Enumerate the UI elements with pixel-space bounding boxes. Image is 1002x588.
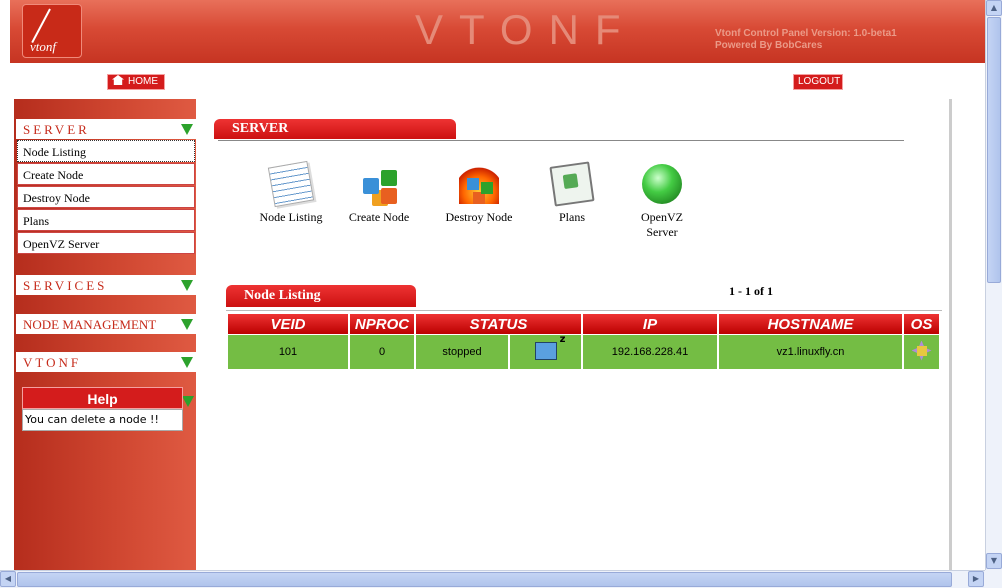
horizontal-scroll-thumb[interactable] xyxy=(17,572,952,587)
server-menu: Node Listing Create Node Destroy Node Pl… xyxy=(16,140,196,255)
brand-title: VTONF xyxy=(415,6,637,53)
logo-text: vtonf xyxy=(30,39,56,54)
cell-os xyxy=(904,335,939,369)
main-content: SERVER Node Listing Create Node Destroy … xyxy=(196,99,952,570)
divider xyxy=(218,140,904,141)
action-label: Server xyxy=(646,225,678,239)
expand-arrow-icon[interactable] xyxy=(182,396,194,407)
collapse-arrow-icon[interactable] xyxy=(181,124,193,135)
horizontal-scrollbar[interactable]: ◀ ▶ xyxy=(0,570,985,588)
plans-icon xyxy=(549,161,595,207)
help-tooltip: Help You can delete a node !! xyxy=(22,387,183,432)
section-title: VTONF xyxy=(23,355,82,370)
powered-by-text: Powered By BobCares xyxy=(715,40,823,51)
action-label: Destroy Node xyxy=(445,210,513,224)
cubes-icon xyxy=(359,164,399,204)
home-button[interactable]: HOME xyxy=(107,74,165,90)
pagination-info: 1 - 1 of 1 xyxy=(729,284,773,298)
tab-node-listing[interactable]: Node Listing xyxy=(226,285,416,307)
section-title: SERVICES xyxy=(23,278,108,293)
version-text: Vtonf Control Panel Version: 1.0-beta1 xyxy=(715,28,897,39)
sidebar-section-node-management[interactable]: NODE MANAGEMENT xyxy=(16,314,196,334)
sidebar: SERVER Node Listing Create Node Destroy … xyxy=(14,99,196,570)
sidebar-section-server[interactable]: SERVER xyxy=(16,119,196,139)
expand-arrow-icon[interactable] xyxy=(181,280,193,291)
expand-arrow-icon[interactable] xyxy=(181,319,193,330)
sleeping-monitor-icon[interactable] xyxy=(534,334,566,360)
action-label: Node Listing xyxy=(259,210,323,224)
table-row[interactable]: 101 0 stopped 192.168.228.41 vz1.linuxfl… xyxy=(228,334,939,369)
scroll-left-icon[interactable]: ◀ xyxy=(0,571,16,587)
home-icon xyxy=(112,75,124,85)
section-title: NODE MANAGEMENT xyxy=(23,317,157,332)
browser-viewport: vtonf VTONF Vtonf Control Panel Version:… xyxy=(0,0,985,570)
col-ip[interactable]: IP xyxy=(583,314,717,334)
globe-icon xyxy=(642,164,682,204)
action-openvz-server[interactable]: OpenVZ Server xyxy=(622,164,702,240)
logout-button[interactable]: LOGOUT xyxy=(793,74,843,90)
col-veid[interactable]: VEID xyxy=(228,314,348,334)
cell-status: stopped xyxy=(416,335,508,369)
scroll-right-icon[interactable]: ▶ xyxy=(968,571,984,587)
tab-server[interactable]: SERVER xyxy=(214,119,456,139)
home-label: HOME xyxy=(128,76,158,87)
scroll-up-icon[interactable]: ▲ xyxy=(986,0,1002,16)
app-header: vtonf VTONF Vtonf Control Panel Version:… xyxy=(10,0,985,63)
os-logo-icon xyxy=(909,338,935,364)
action-label: Plans xyxy=(558,210,585,224)
divider xyxy=(226,310,942,311)
scroll-down-icon[interactable]: ▼ xyxy=(986,553,1002,569)
vertical-scroll-thumb[interactable] xyxy=(987,17,1001,283)
sidebar-item-destroy-node[interactable]: Destroy Node xyxy=(17,186,195,208)
action-label: Create Node xyxy=(348,210,410,224)
sidebar-section-vtonf[interactable]: VTONF xyxy=(16,352,196,372)
cell-hostname: vz1.linuxfly.cn xyxy=(719,335,902,369)
sidebar-item-create-node[interactable]: Create Node xyxy=(17,163,195,185)
action-node-listing[interactable]: Node Listing xyxy=(251,160,331,225)
col-os[interactable]: OS xyxy=(904,314,939,334)
notepad-icon xyxy=(267,160,315,208)
top-nav: HOME LOGOUT xyxy=(10,63,985,99)
help-title: Help xyxy=(22,387,183,409)
sidebar-item-openvz-server[interactable]: OpenVZ Server xyxy=(17,232,195,254)
quill-icon xyxy=(31,8,51,44)
section-title: SERVER xyxy=(23,122,90,137)
col-hostname[interactable]: HOSTNAME xyxy=(719,314,902,334)
action-label: OpenVZ xyxy=(641,210,683,224)
action-destroy-node[interactable]: Destroy Node xyxy=(439,164,519,225)
cell-ip: 192.168.228.41 xyxy=(583,335,717,369)
col-status[interactable]: STATUS xyxy=(416,314,581,334)
action-create-node[interactable]: Create Node xyxy=(339,164,419,225)
cell-nproc: 0 xyxy=(350,335,414,369)
col-nproc[interactable]: NPROC xyxy=(350,314,414,334)
cell-veid: 101 xyxy=(228,335,348,369)
cell-status-icon[interactable] xyxy=(510,334,581,369)
node-table: VEID NPROC STATUS IP HOSTNAME OS 101 0 s… xyxy=(226,313,941,370)
version-info: Vtonf Control Panel Version: 1.0-beta1 P… xyxy=(715,28,897,52)
table-header-row: VEID NPROC STATUS IP HOSTNAME OS xyxy=(228,314,939,334)
help-text: You can delete a node !! xyxy=(22,409,183,431)
vertical-scrollbar[interactable]: ▲ ▼ xyxy=(985,0,1002,570)
vtonf-logo[interactable]: vtonf xyxy=(22,4,82,58)
fire-cubes-icon xyxy=(459,164,499,204)
scroll-corner xyxy=(985,570,1002,588)
sidebar-item-plans[interactable]: Plans xyxy=(17,209,195,231)
sidebar-item-node-listing[interactable]: Node Listing xyxy=(17,140,195,162)
expand-arrow-icon[interactable] xyxy=(181,357,193,368)
sidebar-section-services[interactable]: SERVICES xyxy=(16,275,196,295)
action-plans[interactable]: Plans xyxy=(532,161,612,225)
